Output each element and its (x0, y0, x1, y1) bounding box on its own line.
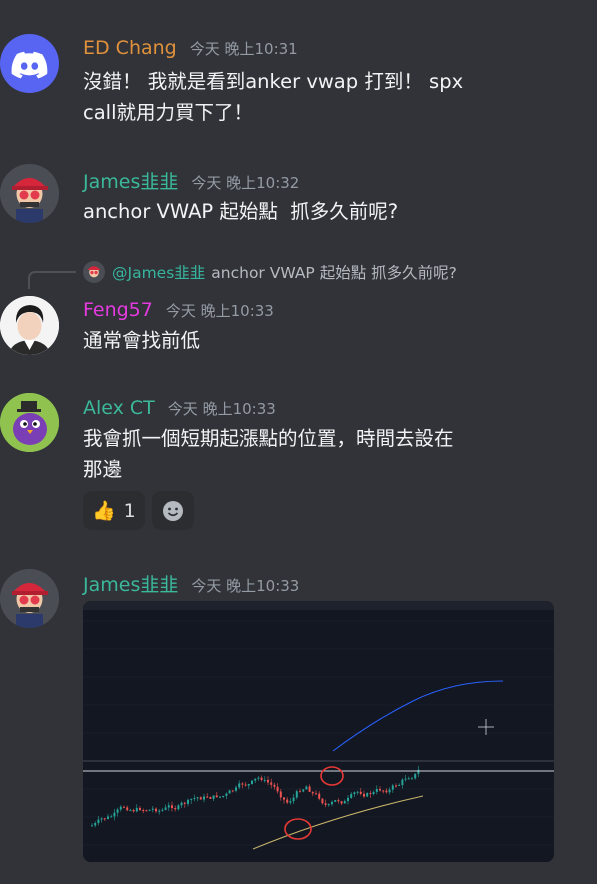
author-name[interactable]: Feng57 (83, 299, 153, 321)
message-text: 通常會找前低 (83, 329, 201, 352)
chart-attachment[interactable] (83, 601, 554, 862)
message-text: 我會抓一個短期起漲點的位置，時間去設在 那邊 (83, 427, 454, 481)
reply-connector (28, 271, 76, 289)
message-text: 沒錯！ 我就是看到anker vwap 打到！ spx call就用力買下了！ (83, 70, 464, 124)
reply-avatar (83, 261, 105, 283)
avatar[interactable] (0, 164, 59, 223)
avatar[interactable] (0, 393, 59, 452)
message-text: anchor VWAP 起始點 抓多久前呢? (83, 200, 399, 223)
timestamp: 今天 晚上10:33 (167, 400, 276, 418)
avatar[interactable] (0, 296, 59, 355)
discord-logo-icon (11, 51, 48, 79)
add-reaction-icon (162, 500, 183, 521)
author-name[interactable]: ED Chang (83, 37, 177, 59)
purple-bird-avatar-icon (0, 393, 59, 452)
add-reaction-button[interactable] (151, 491, 194, 530)
reply-preview[interactable]: @James韭韭 anchor VWAP 起始點 抓多久前呢? (83, 261, 457, 283)
reaction-count: 1 (123, 499, 136, 522)
author-name[interactable]: Alex CT (83, 397, 155, 419)
author-name[interactable]: James韭韭 (83, 570, 178, 597)
person-photo-icon (0, 296, 59, 355)
red-cap-avatar-icon (0, 569, 59, 628)
author-name[interactable]: James韭韭 (83, 167, 178, 194)
red-cap-avatar-icon (0, 164, 59, 223)
reactions-bar: 👍 1 (83, 491, 194, 530)
avatar[interactable] (0, 34, 59, 93)
avatar[interactable] (0, 569, 59, 628)
reply-text: anchor VWAP 起始點 抓多久前呢? (211, 264, 457, 282)
thumbs-up-icon: 👍 (92, 500, 116, 522)
timestamp: 今天 晚上10:33 (191, 577, 300, 595)
reaction-thumbs-up[interactable]: 👍 1 (83, 491, 145, 530)
timestamp: 今天 晚上10:32 (191, 174, 300, 192)
reply-mention[interactable]: @James韭韭 (112, 261, 205, 283)
timestamp: 今天 晚上10:31 (189, 40, 298, 58)
chart-image (83, 601, 554, 862)
timestamp: 今天 晚上10:33 (165, 302, 274, 320)
